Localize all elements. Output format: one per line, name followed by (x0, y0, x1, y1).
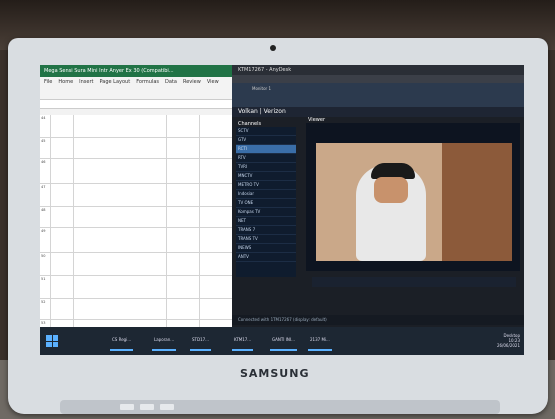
video-face (374, 177, 408, 203)
row-number: 51 (40, 276, 51, 298)
table-row: 48 (40, 207, 250, 228)
ribbon-tab[interactable]: View (207, 79, 219, 85)
remote-tabs: Monitor 1 (232, 75, 524, 91)
row-number: 49 (40, 228, 51, 252)
table-row: 52 (40, 299, 250, 320)
taskbar-item[interactable]: GANTI INI... (270, 333, 297, 351)
channel-item[interactable]: TV ONE (236, 199, 296, 208)
channel-item[interactable]: METRO TV (236, 181, 296, 190)
channel-item[interactable]: MNCTV (236, 172, 296, 181)
channel-item[interactable]: Kompas TV (236, 208, 296, 217)
taskbar-item[interactable]: CS Regi... (110, 333, 134, 351)
excel-window: Mega Sensi Sura Mini Intr Anyer Ex 30 (C… (40, 65, 250, 341)
channel-item[interactable]: TRANS TV (236, 235, 296, 244)
remote-desktop-window: KTM17267 - AnyDesk Monitor 1 Volkan | Ve… (232, 65, 524, 327)
key (140, 404, 154, 410)
video-frame[interactable] (316, 143, 512, 261)
table-row: 49 (40, 228, 250, 253)
channel-item[interactable]: RCTI (236, 145, 296, 154)
excel-title: Mega Sensi Sura Mini Intr Anyer Ex 30 (C… (40, 65, 250, 77)
viewer-panel (306, 123, 520, 271)
table-row: 50 (40, 253, 250, 276)
connection-status: Connected with 1TM17267 (display: defaul… (232, 315, 524, 325)
table-row: 44 (40, 115, 250, 138)
row-number: 44 (40, 115, 51, 137)
channel-item[interactable]: GTV (236, 136, 296, 145)
table-row: 46 (40, 159, 250, 184)
windows-start-icon[interactable] (46, 335, 58, 347)
laptop-logo: SAMSUNG (240, 367, 310, 380)
channel-item[interactable]: RTV (236, 154, 296, 163)
ribbon-tab[interactable]: Insert (79, 79, 93, 85)
channel-item[interactable]: NET (236, 217, 296, 226)
key (120, 404, 134, 410)
channel-item[interactable]: Indosiar (236, 190, 296, 199)
table-row: 45 (40, 138, 250, 159)
taskbar-item[interactable]: STD17... (190, 333, 211, 351)
formula-bar[interactable] (40, 100, 250, 109)
channel-item[interactable]: ANTV (236, 253, 296, 262)
row-number: 50 (40, 253, 51, 275)
ribbon-tab[interactable]: Formulas (136, 79, 159, 85)
ribbon-tab[interactable]: File (44, 79, 52, 85)
table-row: 47 (40, 184, 250, 207)
player-controls[interactable] (312, 277, 516, 287)
table-row: 51 (40, 276, 250, 299)
taskbar: CS Regi... Laporan... STD17... KTM17... … (40, 327, 524, 355)
video-background-wall (442, 143, 512, 261)
taskbar-item[interactable]: 2137 Mi... (308, 333, 332, 351)
channel-item[interactable]: INEWS (236, 244, 296, 253)
row-number: 48 (40, 207, 51, 227)
row-number: 45 (40, 138, 51, 158)
key (160, 404, 174, 410)
ribbon-tabs: File Home Insert Page Layout Formulas Da… (40, 77, 250, 87)
browser-chrome (232, 83, 524, 107)
tab-monitor[interactable]: Monitor 1 (232, 86, 271, 91)
ribbon-tab[interactable]: Review (183, 79, 201, 85)
channel-item[interactable]: TRANS 7 (236, 226, 296, 235)
excel-ribbon: File Home Insert Page Layout Formulas Da… (40, 77, 250, 100)
channel-item[interactable]: TVRI (236, 163, 296, 172)
row-number: 47 (40, 184, 51, 206)
row-number: 46 (40, 159, 51, 183)
laptop-screen: Mega Sensi Sura Mini Intr Anyer Ex 30 (C… (40, 65, 524, 355)
ribbon-tab[interactable]: Page Layout (99, 79, 130, 85)
remote-title: KTM17267 - AnyDesk (232, 65, 524, 75)
tv-header: Volkan | Verizon (232, 107, 524, 117)
taskbar-item[interactable]: KTM17... (232, 333, 254, 351)
spreadsheet-grid: 44 45 46 47 48 49 50 51 52 53 (40, 115, 250, 341)
system-tray[interactable]: Desktop 10:23 26/06/2021 (497, 333, 520, 348)
taskbar-item[interactable]: Laporan... (152, 333, 177, 351)
row-number: 52 (40, 299, 51, 319)
channel-list: SCTV GTV RCTI RTV TVRI MNCTV METRO TV In… (236, 127, 296, 277)
ribbon-tab[interactable]: Data (165, 79, 177, 85)
channel-item[interactable]: SCTV (236, 127, 296, 136)
ribbon-tab[interactable]: Home (58, 79, 73, 85)
webcam (270, 45, 276, 51)
tray-date: 26/06/2021 (496, 343, 520, 348)
